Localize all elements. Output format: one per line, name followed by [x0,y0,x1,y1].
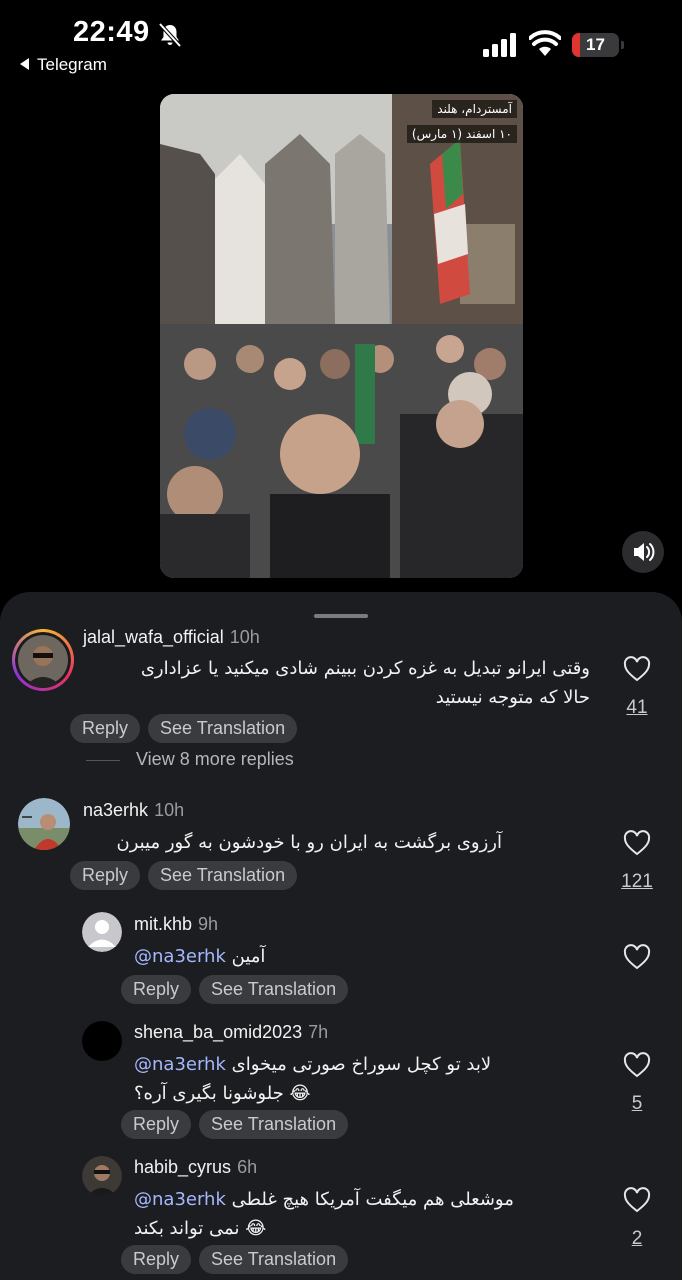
reply-button[interactable]: Reply [70,714,141,743]
reply-text: @na3erhk موشعلی هم میگفت آمریکا هیچ غلطی… [134,1189,514,1239]
like-count[interactable]: 5 [617,1093,657,1115]
like-count[interactable]: 41 [617,697,657,719]
heart-icon[interactable] [623,944,651,970]
see-translation-button[interactable]: See Translation [199,1245,349,1274]
see-translation-button[interactable]: See Translation [199,1110,349,1139]
reply-author[interactable]: shena_ba_omid2023 7h [134,1022,328,1043]
replies-divider [86,760,120,761]
back-app-label: Telegram [37,55,107,74]
reply-time: 6h [237,1157,258,1177]
avatar[interactable] [12,629,74,691]
view-more-replies-link[interactable]: View 8 more replies [136,749,294,770]
comments-sheet[interactable]: jalal_wafa_official 10h وقتی ایرانو تبدیل… [0,592,682,1280]
avatar[interactable] [18,798,70,850]
see-translation-button[interactable]: See Translation [148,714,298,743]
mention-link[interactable]: @na3erhk [134,1054,226,1075]
volume-button[interactable] [622,531,664,573]
video-caption-location: آمستردام، هلند [432,100,517,118]
video-frame [160,94,523,578]
comment-text: آرزوی برگشت به ایران رو با خودشون به گور… [116,832,502,853]
status-bar: 22:49 Telegram 17 [0,0,682,85]
back-arrow-icon [20,58,29,70]
reply-text: @na3erhk آمین [134,946,266,967]
comment-time: 10h [229,627,260,647]
reply-time: 9h [198,914,219,934]
avatar[interactable] [82,1021,122,1061]
heart-icon[interactable] [623,656,651,682]
reply-button[interactable]: Reply [121,1110,192,1139]
like-count[interactable]: 2 [617,1228,657,1250]
speaker-icon [634,543,655,561]
bell-slash-icon [158,22,182,48]
reply-time: 7h [308,1022,329,1042]
battery-percent: 17 [586,35,605,54]
comment-author[interactable]: na3erhk 10h [83,800,184,821]
heart-icon[interactable] [623,1187,651,1213]
see-translation-button[interactable]: See Translation [148,861,298,890]
reply-text: @na3erhk لابد تو کچل سوراخ صورتی میخوای … [134,1054,492,1104]
battery-icon: 17 [572,33,624,57]
heart-icon[interactable] [623,830,651,856]
video-player[interactable]: آمستردام، هلند ۱۰ اسفند (۱ مارس) [160,94,523,578]
mention-link[interactable]: @na3erhk [134,1189,226,1210]
comment-text: وقتی ایرانو تبدیل به غزه کردن ببینم شادی… [140,658,590,708]
avatar[interactable] [82,1156,122,1196]
see-translation-button[interactable]: See Translation [199,975,349,1004]
heart-icon[interactable] [623,1052,651,1078]
mention-link[interactable]: @na3erhk [134,946,226,967]
comment-time: 10h [154,800,185,820]
sheet-drag-handle[interactable] [314,614,368,618]
reply-author[interactable]: mit.khb 9h [134,914,218,935]
back-to-telegram-link[interactable]: Telegram [20,55,107,75]
wifi-icon [529,30,561,56]
video-caption-date: ۱۰ اسفند (۱ مارس) [406,125,517,143]
clock: 22:49 [73,16,150,48]
reply-button[interactable]: Reply [70,861,141,890]
avatar[interactable] [82,912,122,952]
reply-button[interactable]: Reply [121,1245,192,1274]
comment-author[interactable]: jalal_wafa_official 10h [83,627,260,648]
reply-button[interactable]: Reply [121,975,192,1004]
like-count[interactable]: 121 [617,871,657,893]
cellular-signal-icon [483,33,516,57]
reply-author[interactable]: habib_cyrus 6h [134,1157,257,1178]
